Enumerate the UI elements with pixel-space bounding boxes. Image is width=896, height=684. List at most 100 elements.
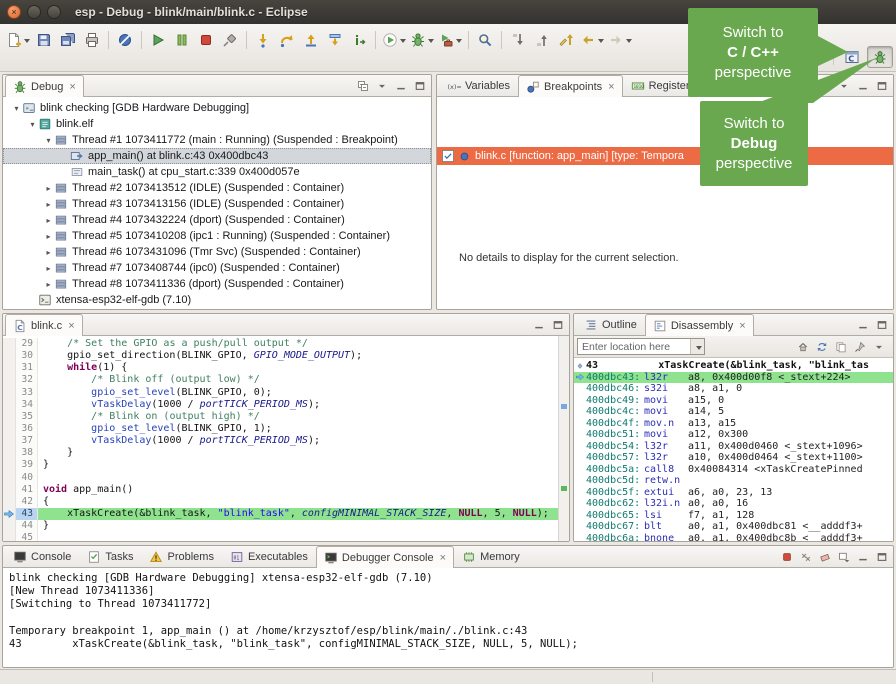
disassembly-instruction[interactable]: 400dbc49:movia15, 0 <box>574 395 893 407</box>
expander-closed-icon[interactable]: ▸ <box>43 216 54 225</box>
code-line[interactable]: 37 vTaskDelay(1000 / portTICK_PERIOD_MS)… <box>3 435 558 447</box>
clear-button[interactable] <box>816 549 833 565</box>
expander-open-icon[interactable]: ▾ <box>43 136 54 145</box>
disassembly-instruction[interactable]: 400dbc54:l32ra11, 0x400d0460 <_stext+109… <box>574 441 893 453</box>
terminate-button[interactable] <box>778 549 795 565</box>
cpp-perspective-button[interactable]: C <box>839 46 865 68</box>
disassembly-instruction[interactable]: 400dbc6a:bnonea0, a1, 0x400dbc8b <__addd… <box>574 533 893 542</box>
code-line[interactable]: 34 vTaskDelay(1000 / portTICK_PERIOD_MS)… <box>3 399 558 411</box>
disassembly-instruction[interactable]: 400dbc4f:mov.na13, a15 <box>574 418 893 430</box>
overview-ruler[interactable] <box>558 336 569 541</box>
suspend-button[interactable] <box>170 28 194 52</box>
breakpoint-checkbox[interactable] <box>442 150 454 162</box>
editor-body[interactable]: 29 /* Set the GPIO as a push/pull output… <box>3 336 569 541</box>
console-tab-executables[interactable]: 01Executables <box>222 546 316 567</box>
tab-close-icon[interactable]: × <box>608 81 614 93</box>
editor-tab-blink-c[interactable]: Cblink.c× <box>5 314 83 336</box>
location-dropdown-button[interactable] <box>690 339 704 354</box>
debug-tree-item[interactable]: ▸Thread #4 1073432224 (dport) (Suspended… <box>3 212 431 228</box>
tab-close-icon[interactable]: × <box>440 552 446 564</box>
expander-open-icon[interactable]: ▾ <box>11 104 22 113</box>
vars-tab-breakpoints[interactable]: Breakpoints× <box>518 75 623 97</box>
code-area[interactable]: 29 /* Set the GPIO as a push/pull output… <box>3 338 558 541</box>
disconnect-button[interactable] <box>218 28 242 52</box>
tab-close-icon[interactable]: × <box>68 320 74 332</box>
debug-tree-item[interactable]: ▾Thread #1 1073411772 (main : Running) (… <box>3 132 431 148</box>
step-into-button[interactable] <box>251 28 275 52</box>
debugger-console-output[interactable]: blink checking [GDB Hardware Debugging] … <box>3 568 893 667</box>
view-menu-button[interactable] <box>870 339 887 355</box>
debug-tree-item[interactable]: main_task() at cpu_start.c:339 0x400d057… <box>3 164 431 180</box>
expander-closed-icon[interactable]: ▸ <box>43 248 54 257</box>
forward-button[interactable] <box>606 28 634 52</box>
step-over-button[interactable] <box>275 28 299 52</box>
window-minimize-button[interactable] <box>27 5 41 19</box>
debug-tree-item[interactable]: ▾blink checking [GDB Hardware Debugging] <box>3 100 431 116</box>
minimize-button[interactable] <box>854 317 871 333</box>
code-line[interactable]: 35 /* Blink on (output high) */ <box>3 411 558 423</box>
debug-button[interactable] <box>408 28 436 52</box>
minimize-button[interactable] <box>854 549 871 565</box>
debug-tree-item[interactable]: ▸Thread #5 1073410208 (ipc1 : Running) (… <box>3 228 431 244</box>
previous-annotation-button[interactable] <box>530 28 554 52</box>
disassembly-instruction[interactable]: 400dbc62:l32i.na0, a0, 16 <box>574 498 893 510</box>
code-line[interactable]: 40 <box>3 472 558 484</box>
console-tab-memory[interactable]: Memory <box>454 546 528 567</box>
expander-closed-icon[interactable]: ▸ <box>43 232 54 241</box>
maximize-button[interactable] <box>549 317 566 333</box>
disassembly-instruction[interactable]: 400dbc51:movia12, 0x300 <box>574 429 893 441</box>
tab-close-icon[interactable]: × <box>739 320 745 332</box>
disassembly-instruction[interactable]: 400dbc43:l32ra8, 0x400d00f8 <_stext+224> <box>574 372 893 384</box>
display-selector-button[interactable] <box>835 549 852 565</box>
disassembly-instruction[interactable]: 400dbc5f:extuia6, a0, 23, 13 <box>574 487 893 499</box>
minimize-button[interactable] <box>392 78 409 94</box>
run-button[interactable] <box>380 28 408 52</box>
maximize-button[interactable] <box>411 78 428 94</box>
maximize-button[interactable] <box>873 317 890 333</box>
maximize-button[interactable] <box>873 549 890 565</box>
disassembly-source-line[interactable]: 43 xTaskCreate(&blink_task, "blink_tas <box>574 360 893 372</box>
code-line[interactable]: 39} <box>3 459 558 471</box>
minimize-button[interactable] <box>530 317 547 333</box>
debug-tree-item[interactable]: app_main() at blink.c:43 0x400dbc43 <box>3 148 431 164</box>
expander-closed-icon[interactable]: ▸ <box>43 264 54 273</box>
tab-close-icon[interactable]: × <box>69 81 75 93</box>
disasm-tab-outline[interactable]: Outline <box>576 314 645 335</box>
disassembly-instruction[interactable]: 400dbc65:lsif7, a1, 128 <box>574 510 893 522</box>
expander-closed-icon[interactable]: ▸ <box>43 280 54 289</box>
debug-tree-item[interactable]: ▾blink.elf <box>3 116 431 132</box>
console-tab-tasks[interactable]: Tasks <box>79 546 141 567</box>
terminate-button[interactable] <box>194 28 218 52</box>
disassembly-instruction[interactable]: 400dbc5d:retw.n <box>574 475 893 487</box>
copy-button[interactable] <box>832 339 849 355</box>
debug-tree-item[interactable]: ▸Thread #3 1073413156 (IDLE) (Suspended … <box>3 196 431 212</box>
last-edit-location-button[interactable] <box>554 28 578 52</box>
link-with-debug-button[interactable] <box>816 78 833 94</box>
debug-tab-debug[interactable]: Debug× <box>5 75 84 97</box>
save-button[interactable] <box>32 28 56 52</box>
external-tools-button[interactable] <box>436 28 464 52</box>
debug-tree-item[interactable]: ▸Thread #2 1073413512 (IDLE) (Suspended … <box>3 180 431 196</box>
console-tab-console[interactable]: Console <box>5 546 79 567</box>
debug-perspective-button[interactable] <box>867 46 893 68</box>
debug-tree-item[interactable]: ▸Thread #6 1073431096 (Tmr Svc) (Suspend… <box>3 244 431 260</box>
instruction-stepping-button[interactable] <box>347 28 371 52</box>
window-maximize-button[interactable] <box>47 5 61 19</box>
code-line[interactable]: 42{ <box>3 496 558 508</box>
step-return-button[interactable] <box>299 28 323 52</box>
search-button[interactable] <box>473 28 497 52</box>
disassembly-instruction[interactable]: 400dbc67:blta0, a1, 0x400dbc81 <__adddf3… <box>574 521 893 533</box>
disassembly-instruction[interactable]: 400dbc5a:call80x40084314 <xTaskCreatePin… <box>574 464 893 476</box>
pin-button[interactable] <box>851 339 868 355</box>
disassembly-instruction[interactable]: 400dbc4c:movia14, 5 <box>574 406 893 418</box>
code-line[interactable]: 33 gpio_set_level(BLINK_GPIO, 0); <box>3 387 558 399</box>
code-line[interactable]: 32 /* Blink off (output low) */ <box>3 374 558 386</box>
breakpoint-item[interactable]: blink.c [function: app_main] [type: Temp… <box>437 147 893 165</box>
code-line[interactable]: 41void app_main() <box>3 484 558 496</box>
debug-tree-item[interactable]: ▸Thread #7 1073408744 (ipc0) (Suspended … <box>3 260 431 276</box>
skip-all-breakpoints-button[interactable] <box>113 28 137 52</box>
print-button[interactable] <box>80 28 104 52</box>
debug-tree-item[interactable]: ▸Thread #8 1073411336 (dport) (Suspended… <box>3 276 431 292</box>
code-line[interactable]: 31 while(1) { <box>3 362 558 374</box>
drop-to-frame-button[interactable] <box>323 28 347 52</box>
